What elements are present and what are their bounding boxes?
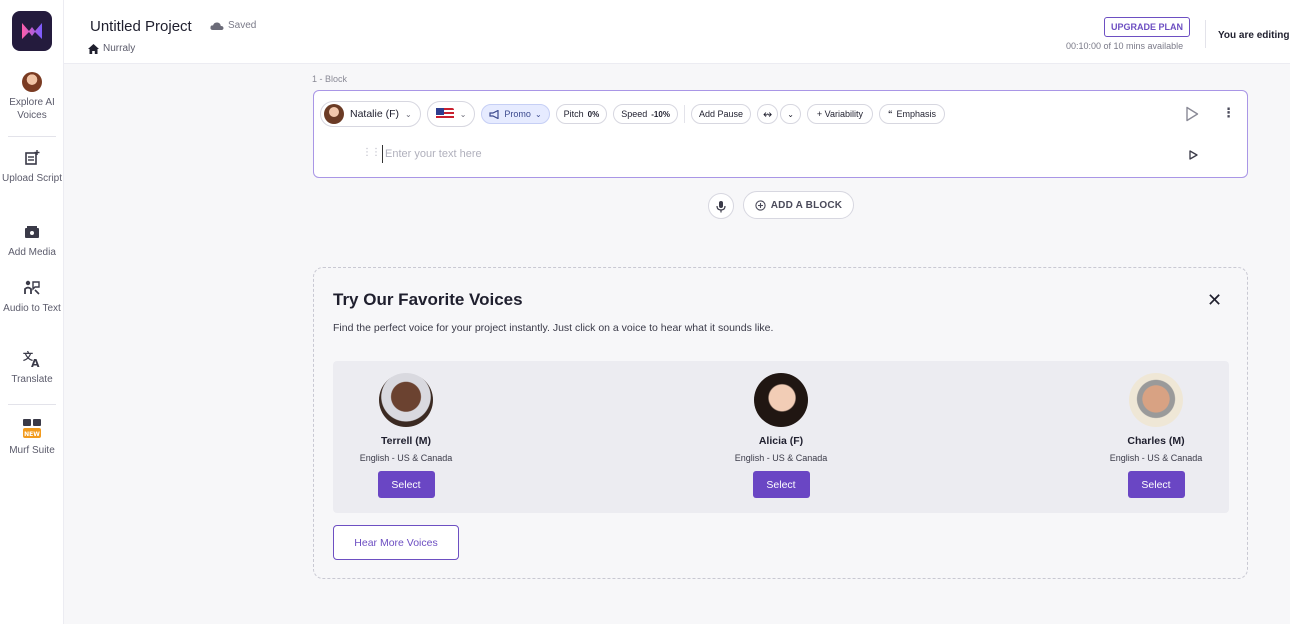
voice-language: English - US & Canada <box>1109 453 1203 463</box>
editing-status: You are editing <box>1218 30 1290 41</box>
top-header: Untitled Project Saved Nurraly UPGRADE P… <box>64 0 1290 64</box>
pitch-control[interactable]: Pitch 0% <box>555 104 608 124</box>
sidebar-item-label: Audio to Text <box>3 303 61 314</box>
add-block-label: ADD A BLOCK <box>770 199 843 211</box>
voice-language: English - US & Canada <box>734 453 828 463</box>
sidebar-item-translate[interactable]: 文 A Translate <box>0 349 64 386</box>
toolbar-divider <box>683 105 685 123</box>
pronunciation-dropdown[interactable]: ⌄ <box>780 104 801 124</box>
sidebar-item-label: Translate <box>11 374 53 385</box>
chevron-down-icon: ⌄ <box>405 109 412 119</box>
play-block-icon[interactable] <box>1185 106 1199 122</box>
svg-text:A: A <box>31 357 40 369</box>
sidebar-item-explore-voices[interactable]: Explore AI Voices <box>0 72 64 122</box>
favorites-description: Find the perfect voice for your project … <box>333 322 774 334</box>
sidebar: Explore AI Voices Upload Script Add Medi… <box>0 0 64 624</box>
hear-more-voices-button[interactable]: Hear More Voices <box>333 525 459 560</box>
breadcrumb-label: Nurraly <box>103 43 136 54</box>
favorite-voices-card: Try Our Favorite Voices Find the perfect… <box>313 267 1248 579</box>
add-media-icon <box>25 226 39 238</box>
voice-card-alicia[interactable]: Alicia (F) English - US & Canada Select <box>711 361 851 498</box>
voice-name: Terrell (M) <box>381 435 431 447</box>
voice-avatar <box>379 373 433 427</box>
play-line-icon[interactable] <box>1189 150 1198 160</box>
close-icon[interactable]: ✕ <box>1207 290 1222 311</box>
home-icon <box>88 43 99 54</box>
speed-label: Speed <box>621 109 648 119</box>
voice-avatar <box>1129 373 1183 427</box>
select-voice-button[interactable]: Select <box>1127 471 1185 498</box>
chevron-down-icon: ⌄ <box>787 109 794 119</box>
select-voice-button[interactable]: Select <box>377 471 435 498</box>
murf-suite-icon: NEW <box>23 419 41 438</box>
upload-script-icon <box>25 150 40 165</box>
sidebar-item-add-media[interactable]: Add Media <box>0 222 64 259</box>
new-badge: NEW <box>24 431 40 438</box>
quote-icon: “ <box>888 109 893 119</box>
add-pause-button[interactable]: Add Pause <box>690 104 751 124</box>
breadcrumb[interactable]: Nurraly <box>88 43 135 54</box>
pronunciation-icon: ↭ <box>762 108 773 121</box>
murf-logo-icon[interactable] <box>12 11 52 51</box>
voice-card-terrell[interactable]: Terrell (M) English - US & Canada Select <box>336 361 476 498</box>
audio-to-text-icon <box>24 280 40 295</box>
sidebar-item-upload-script[interactable]: Upload Script <box>0 148 64 185</box>
saved-status: Saved <box>210 20 256 31</box>
style-label: Promo <box>504 109 531 119</box>
emphasis-label: Emphasis <box>896 109 937 119</box>
block-toolbar: Natalie (F) ⌄ ⌄ Promo ⌄ Pitch 0% Speed -… <box>320 101 946 127</box>
language-selector[interactable]: ⌄ <box>426 101 476 127</box>
project-title[interactable]: Untitled Project <box>90 18 192 35</box>
voice-record-button[interactable] <box>708 193 734 219</box>
block-label: 1 - Block <box>312 74 348 84</box>
us-flag-icon <box>435 108 454 120</box>
emphasis-button[interactable]: “ Emphasis <box>879 104 946 124</box>
megaphone-icon <box>489 109 500 119</box>
sidebar-item-label: Explore AI Voices <box>9 97 55 121</box>
block-text-input[interactable] <box>382 145 1082 163</box>
favorites-title: Try Our Favorite Voices <box>333 290 523 309</box>
sidebar-divider <box>8 136 56 137</box>
style-selector[interactable]: Promo ⌄ <box>481 104 550 124</box>
voice-card-charles[interactable]: Charles (M) English - US & Canada Select <box>1086 361 1226 498</box>
more-options-icon[interactable]: ⋮ <box>1222 105 1235 121</box>
cloud-icon <box>210 21 224 30</box>
voice-selector[interactable]: Natalie (F) ⌄ <box>320 101 421 127</box>
variability-button[interactable]: + Variability <box>806 104 874 124</box>
sidebar-item-label: Murf Suite <box>9 445 55 456</box>
speed-control[interactable]: Speed -10% <box>613 104 678 124</box>
translate-icon: 文 A <box>23 350 40 369</box>
voice-avatar <box>754 373 808 427</box>
speed-value: -10% <box>651 109 670 119</box>
voice-language: English - US & Canada <box>359 453 453 463</box>
text-block: Natalie (F) ⌄ ⌄ Promo ⌄ Pitch 0% Speed -… <box>313 90 1248 178</box>
voice-avatar-icon <box>22 72 42 92</box>
saved-label: Saved <box>228 20 257 31</box>
voice-avatar <box>324 104 344 124</box>
sidebar-item-label: Upload Script <box>1 173 63 184</box>
chevron-down-icon: ⌄ <box>459 109 467 119</box>
voice-name: Alicia (F) <box>758 435 804 447</box>
voice-name: Charles (M) <box>1127 435 1185 447</box>
sidebar-divider <box>8 404 56 405</box>
select-voice-button[interactable]: Select <box>752 471 810 498</box>
drag-handle-icon[interactable]: ⋮⋮ <box>362 147 381 158</box>
sidebar-item-label: Add Media <box>8 247 56 258</box>
voice-name: Natalie (F) <box>350 108 400 120</box>
header-divider <box>1205 20 1206 48</box>
upgrade-plan-button[interactable]: UPGRADE PLAN <box>1104 17 1190 37</box>
time-available: 00:10:00 of 10 mins available <box>1066 41 1184 51</box>
chevron-down-icon: ⌄ <box>534 109 542 119</box>
pitch-label: Pitch <box>563 109 584 119</box>
sidebar-item-murf-suite[interactable]: NEW Murf Suite <box>0 418 64 457</box>
pronunciation-button[interactable]: ↭ <box>756 104 779 124</box>
pitch-value: 0% <box>587 109 600 119</box>
sidebar-item-audio-to-text[interactable]: Audio to Text <box>0 278 64 315</box>
add-block-button[interactable]: ADD A BLOCK <box>743 191 854 219</box>
microphone-icon <box>716 200 726 212</box>
voices-panel: Terrell (M) English - US & Canada Select… <box>333 361 1229 513</box>
plus-circle-icon <box>755 199 766 211</box>
